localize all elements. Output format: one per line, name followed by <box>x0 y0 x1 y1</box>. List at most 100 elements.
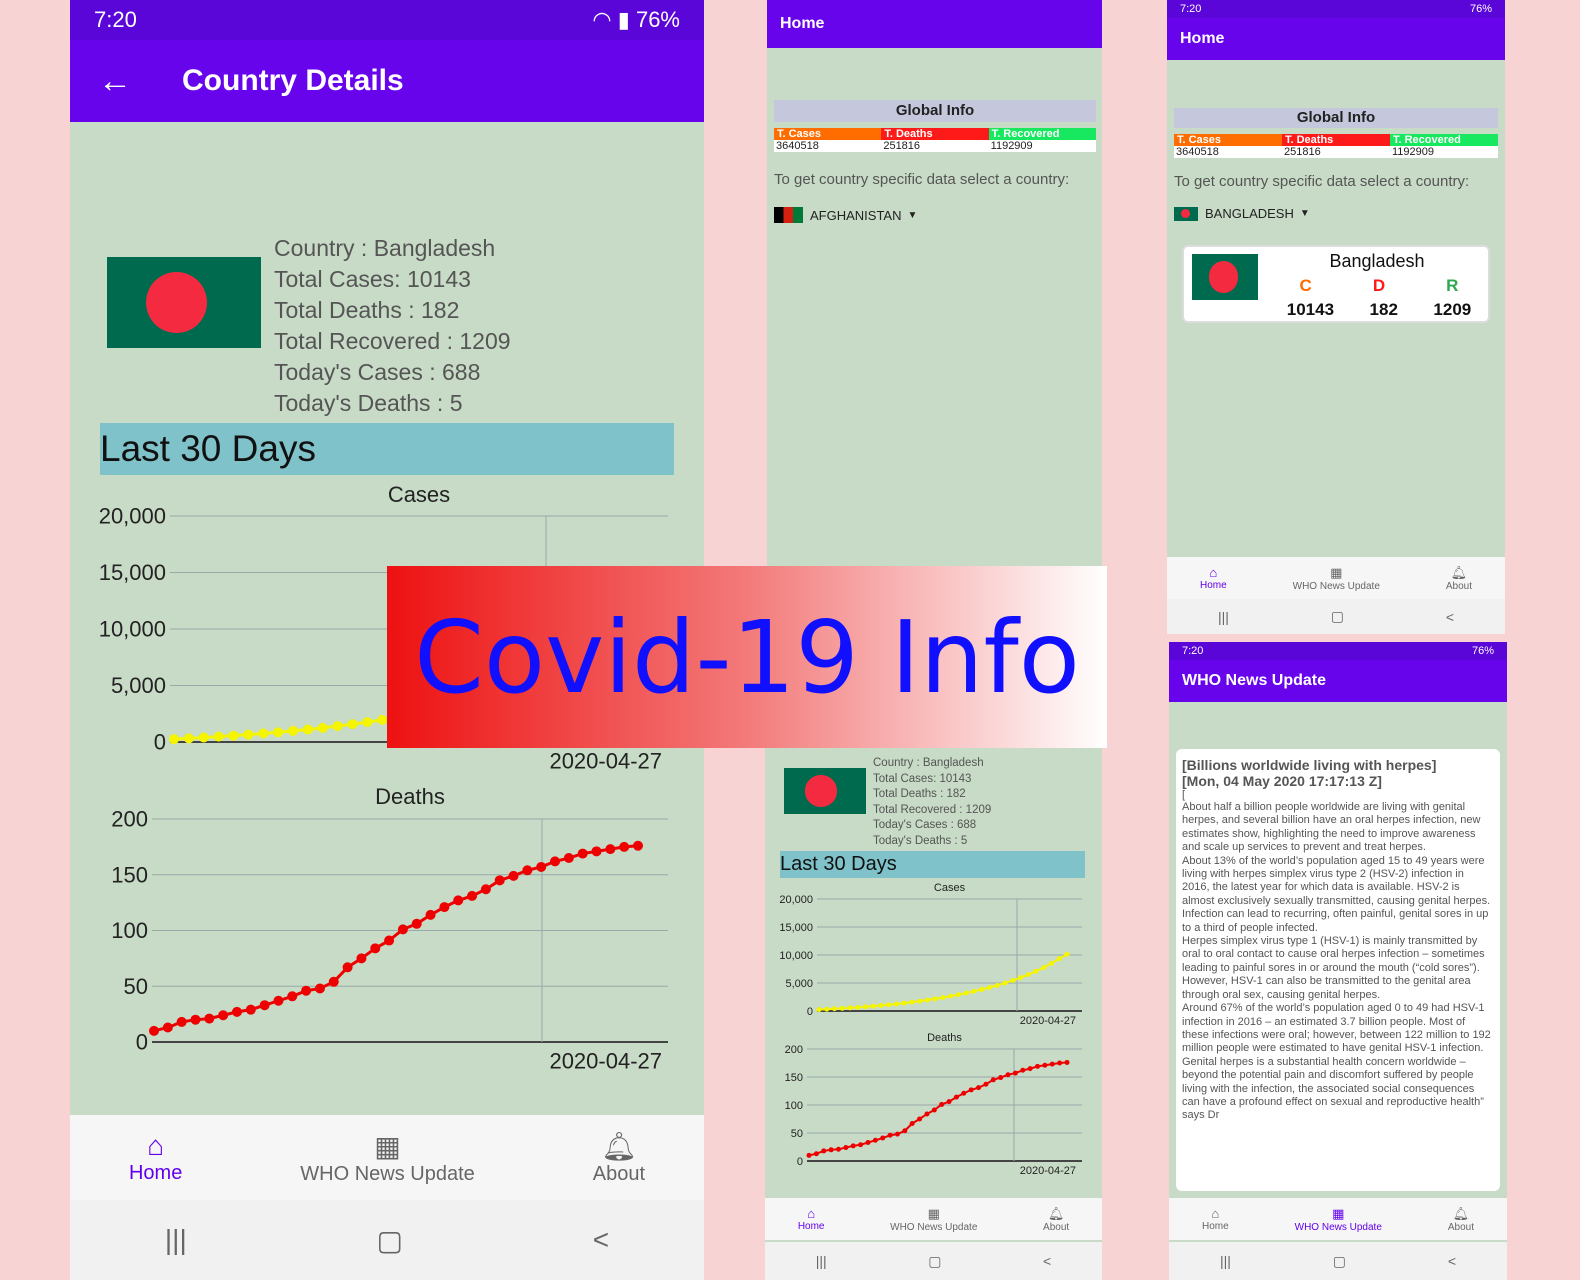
home-button-icon[interactable]: ▢ <box>1333 1253 1346 1270</box>
nav-home[interactable]: ⌂ Home <box>1200 565 1227 591</box>
news-bracket: [ <box>1182 789 1186 801</box>
recents-icon[interactable]: ||| <box>816 1253 827 1269</box>
country-dropdown[interactable]: BANGLADESH ▼ <box>1174 206 1310 221</box>
home-button-icon[interactable]: ▢ <box>377 1224 403 1257</box>
bottom-navigation: ⌂ Home ▦ WHO News Update 🔔︎ About <box>1167 557 1505 599</box>
dropdown-arrow-icon: ▼ <box>907 209 918 221</box>
recents-icon[interactable]: ||| <box>165 1224 187 1256</box>
system-nav-bar: ||| ▢ < <box>765 1242 1102 1280</box>
data-point <box>1027 1066 1033 1072</box>
data-point <box>231 1006 242 1017</box>
data-point <box>176 1016 187 1027</box>
nav-news[interactable]: ▦ WHO News Update <box>1295 1206 1382 1233</box>
app-bar: Home <box>1167 18 1505 60</box>
data-point <box>909 1120 915 1126</box>
data-point <box>1042 1062 1048 1068</box>
data-point <box>397 924 408 935</box>
data-point <box>953 1094 959 1100</box>
data-point <box>198 732 209 743</box>
data-point <box>835 1146 841 1152</box>
back-icon[interactable]: < <box>1448 1253 1456 1269</box>
back-icon[interactable]: < <box>593 1224 609 1256</box>
data-point <box>901 1000 907 1006</box>
nav-home[interactable]: ⌂ Home <box>798 1206 825 1232</box>
home-button-icon[interactable]: ▢ <box>1331 608 1344 625</box>
data-point <box>971 988 977 994</box>
country-dropdown[interactable]: AFGHANISTAN ▼ <box>774 207 917 223</box>
card-value-recovered: 1209 <box>1433 300 1472 319</box>
data-point <box>508 870 519 881</box>
nav-about[interactable]: 🔔︎ About <box>593 1130 645 1186</box>
nav-home[interactable]: ⌂ Home <box>1202 1206 1229 1232</box>
dashboard-icon: ▦ <box>927 1205 940 1221</box>
data-point <box>987 984 992 990</box>
back-icon[interactable]: < <box>1043 1253 1051 1269</box>
country-info: Country : Bangladesh Total Cases: 10143 … <box>274 233 511 419</box>
country-card[interactable]: Bangladesh C D R 10143 182 1209 <box>1182 245 1490 323</box>
y-tick-label: 0 <box>154 730 166 755</box>
data-point <box>1041 965 1047 971</box>
data-point <box>302 724 313 735</box>
back-arrow-icon[interactable]: ← <box>98 62 132 101</box>
y-tick-label: 200 <box>785 1044 803 1056</box>
banner-title: Covid-19 Info <box>414 598 1080 716</box>
back-icon[interactable]: < <box>1446 609 1454 625</box>
status-bar: 7:20 76% <box>1169 642 1507 660</box>
news-date: [Mon, 04 May 2020 17:17:13 Z] <box>1182 773 1382 789</box>
nav-about[interactable]: 🔔︎ About <box>1448 1206 1474 1233</box>
data-point <box>924 1111 930 1117</box>
data-point <box>894 1001 899 1007</box>
nav-about[interactable]: 🔔︎ About <box>1043 1206 1069 1233</box>
nav-about[interactable]: 🔔︎ About <box>1446 565 1472 592</box>
home-button-icon[interactable]: ▢ <box>928 1253 941 1270</box>
status-time: 7:20 <box>1180 3 1202 15</box>
system-nav-bar: ||| ▢ < <box>1167 599 1505 634</box>
chart-title: Cases <box>388 482 450 507</box>
data-point <box>887 1132 893 1138</box>
recents-icon[interactable]: ||| <box>1218 609 1229 625</box>
nav-news[interactable]: ▦ WHO News Update <box>1293 565 1380 592</box>
y-tick-label: 150 <box>785 1072 803 1084</box>
data-point <box>342 962 353 973</box>
chart-title: Cases <box>934 882 966 894</box>
nav-news[interactable]: ▦ WHO News Update <box>300 1130 475 1186</box>
battery-level: ◠ ▮ 76% <box>592 7 680 32</box>
bangladesh-flag <box>784 768 866 814</box>
info-country: Country : Bangladesh <box>274 235 496 261</box>
home-icon: ⌂ <box>147 1130 165 1161</box>
header-recovered: T. Recovered <box>988 128 1096 140</box>
y-tick-label: 0 <box>807 1006 813 1018</box>
info-total-recovered: Total Recovered : 1209 <box>274 328 511 354</box>
data-point <box>878 1003 884 1009</box>
data-point <box>1012 1070 1018 1076</box>
data-point <box>218 1010 229 1021</box>
bangladesh-flag <box>1192 254 1258 300</box>
data-point <box>439 902 450 913</box>
bangladesh-flag <box>107 257 261 348</box>
value-deaths: 251816 <box>881 140 989 152</box>
news-card[interactable]: [Billions worldwide living with herpes] … <box>1176 749 1500 1191</box>
data-point <box>902 1128 908 1134</box>
data-point <box>940 995 946 1001</box>
nav-news[interactable]: ▦ WHO News Update <box>890 1206 977 1233</box>
recents-icon[interactable]: ||| <box>1220 1253 1231 1269</box>
data-point <box>1002 980 1008 986</box>
data-point <box>243 729 254 740</box>
phone-home-bangladesh: 7:20 76% Home Global Info T. Cases T. De… <box>1167 0 1505 634</box>
x-tick-label: 2020-04-27 <box>1020 1015 1076 1027</box>
card-label-recovered: R <box>1446 276 1459 295</box>
data-point <box>1020 1067 1026 1073</box>
data-point <box>963 990 969 996</box>
data-point <box>843 1145 849 1151</box>
data-point <box>370 943 381 954</box>
y-tick-label: 200 <box>111 807 148 832</box>
data-point <box>317 722 328 733</box>
value-recovered: 1192909 <box>988 140 1096 152</box>
series-line <box>153 844 639 1033</box>
nav-home[interactable]: ⌂ Home <box>129 1130 182 1185</box>
global-info-title: Global Info <box>1174 108 1498 128</box>
bottom-navigation: ⌂ Home ▦ WHO News Update 🔔︎ About <box>70 1115 704 1200</box>
data-point <box>259 1000 270 1011</box>
data-point <box>1049 1061 1055 1067</box>
page-title: Home <box>1180 30 1225 47</box>
